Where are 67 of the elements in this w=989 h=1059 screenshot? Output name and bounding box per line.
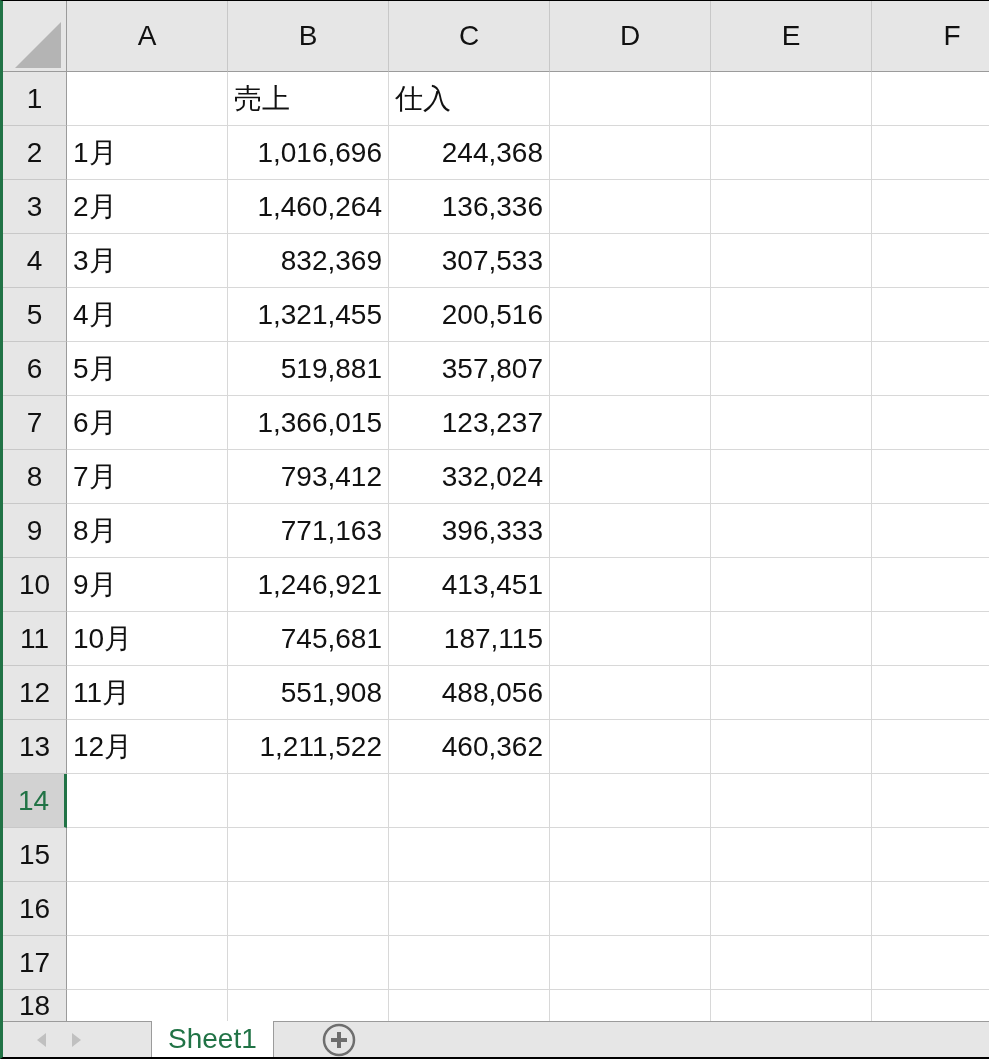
table-cell: 3月 [67,234,228,288]
row-header[interactable]: 16 [3,882,67,936]
table-cell: 1,321,455 [228,288,389,342]
table-cell: 396,333 [389,504,550,558]
row-header[interactable]: 2 [3,126,67,180]
row-header[interactable]: 12 [3,666,67,720]
table-cell: 332,024 [389,450,550,504]
row-header[interactable]: 6 [3,342,67,396]
row-header[interactable]: 11 [3,612,67,666]
table-cell: 7月 [67,450,228,504]
table-cell: 200,516 [389,288,550,342]
table-cell: 187,115 [389,612,550,666]
row-header[interactable]: 10 [3,558,67,612]
table-cell: 771,163 [228,504,389,558]
sheet-tab[interactable]: Sheet1 [151,1021,274,1057]
row-header[interactable]: 17 [3,936,67,990]
table-cell: 仕入 [389,72,550,126]
table-cell: 4月 [67,288,228,342]
table-cell: 11月 [67,666,228,720]
row-header[interactable]: 1 [3,72,67,126]
table-cell: 519,881 [228,342,389,396]
table-cell: 12月 [67,720,228,774]
table-cell: 793,412 [228,450,389,504]
row-header[interactable]: 7 [3,396,67,450]
scroll-left-icon[interactable] [37,1032,46,1047]
add-icon[interactable] [321,1022,356,1057]
table-cell: 357,807 [389,342,550,396]
column-header[interactable]: A [67,1,228,72]
row-header[interactable]: 9 [3,504,67,558]
table-cell: 136,336 [389,180,550,234]
table-cell: 460,362 [389,720,550,774]
table-cell: 413,451 [389,558,550,612]
column-header[interactable]: D [550,1,711,72]
row-header[interactable]: 4 [3,234,67,288]
table-cell: 307,533 [389,234,550,288]
table-cell: 10月 [67,612,228,666]
column-header[interactable]: B [228,1,389,72]
table-cell: 1,246,921 [228,558,389,612]
row-header[interactable]: 14 [3,774,67,828]
table-cell: 123,237 [389,396,550,450]
table-cell: 832,369 [228,234,389,288]
row-header[interactable]: 15 [3,828,67,882]
column-header[interactable]: C [389,1,550,72]
row-header[interactable]: 13 [3,720,67,774]
row-header[interactable]: 8 [3,450,67,504]
select-all-button[interactable] [3,1,67,72]
table-cell: 1月 [67,126,228,180]
table-cell: 488,056 [389,666,550,720]
table-cell: 1,460,264 [228,180,389,234]
table-cell: 1,211,522 [228,720,389,774]
column-header[interactable]: F [872,1,989,72]
row-header[interactable]: 3 [3,180,67,234]
table-cell: 8月 [67,504,228,558]
table-cell: 売上 [228,72,389,126]
table-cell: 551,908 [228,666,389,720]
column-header[interactable]: E [711,1,872,72]
table-cell: 1,016,696 [228,126,389,180]
table-cell: 745,681 [228,612,389,666]
table-cell: 1,366,015 [228,396,389,450]
row-header[interactable]: 18 [3,990,67,1021]
scroll-right-icon[interactable] [72,1032,81,1047]
table-cell: 2月 [67,180,228,234]
table-cell: 9月 [67,558,228,612]
table-cell: 5月 [67,342,228,396]
table-cell: 244,368 [389,126,550,180]
row-header[interactable]: 5 [3,288,67,342]
table-cell: 6月 [67,396,228,450]
